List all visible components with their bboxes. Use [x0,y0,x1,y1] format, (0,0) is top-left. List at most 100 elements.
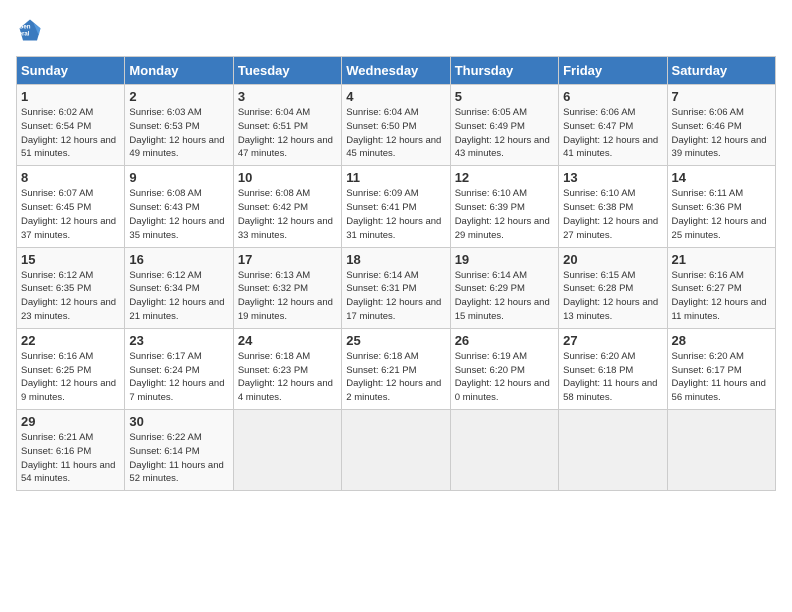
day-number: 8 [21,170,120,185]
calendar-cell: 2Sunrise: 6:03 AMSunset: 6:53 PMDaylight… [125,85,233,166]
logo-icon: Gen eral [16,16,44,44]
svg-text:eral: eral [19,30,30,37]
day-number: 7 [672,89,771,104]
calendar-cell: 26 Sunrise: 6:19 AMSunset: 6:20 PMDayligh… [450,328,558,409]
day-number: 20 [563,252,662,267]
calendar-cell: 28 Sunrise: 6:20 AMSunset: 6:17 PMDayligh… [667,328,775,409]
calendar-cell: 3 Sunrise: 6:04 AMSunset: 6:51 PMDaylight… [233,85,341,166]
calendar-week-4: 22 Sunrise: 6:16 AMSunset: 6:25 PMDayligh… [17,328,776,409]
weekday-header-saturday: Saturday [667,57,775,85]
calendar-cell: 6Sunrise: 6:06 AMSunset: 6:47 PMDaylight… [559,85,667,166]
day-number: 29 [21,414,120,429]
calendar-cell: 18Sunrise: 6:14 AMSunset: 6:31 PMDayligh… [342,247,450,328]
svg-text:Gen: Gen [19,23,31,30]
calendar-cell: 12 Sunrise: 6:10 AMSunset: 6:39 PMDayligh… [450,166,558,247]
day-number: 23 [129,333,228,348]
day-info: Sunrise: 6:07 AMSunset: 6:45 PMDaylight:… [21,188,116,240]
weekday-header-friday: Friday [559,57,667,85]
day-info: Sunrise: 6:22 AMSunset: 6:14 PMDaylight:… [129,432,223,484]
calendar-cell: 20 Sunrise: 6:15 AMSunset: 6:28 PMDayligh… [559,247,667,328]
page-header: Gen eral [16,16,776,44]
day-number: 30 [129,414,228,429]
calendar-body: 1 Sunrise: 6:02 AMSunset: 6:54 PMDaylight… [17,85,776,491]
calendar-cell [233,410,341,491]
day-number: 10 [238,170,337,185]
calendar-cell: 13 Sunrise: 6:10 AMSunset: 6:38 PMDayligh… [559,166,667,247]
calendar-table: SundayMondayTuesdayWednesdayThursdayFrid… [16,56,776,491]
weekday-header-sunday: Sunday [17,57,125,85]
day-info: Sunrise: 6:20 AMSunset: 6:18 PMDaylight:… [563,351,657,403]
calendar-cell: 30 Sunrise: 6:22 AMSunset: 6:14 PMDayligh… [125,410,233,491]
day-number: 14 [672,170,771,185]
calendar-cell: 25Sunrise: 6:18 AMSunset: 6:21 PMDayligh… [342,328,450,409]
day-info: Sunrise: 6:12 AMSunset: 6:35 PMDaylight:… [21,270,116,322]
day-info: Sunrise: 6:14 AMSunset: 6:31 PMDaylight:… [346,270,441,322]
day-number: 15 [21,252,120,267]
calendar-cell: 4 Sunrise: 6:04 AMSunset: 6:50 PMDaylight… [342,85,450,166]
day-info: Sunrise: 6:05 AMSunset: 6:49 PMDaylight:… [455,107,550,159]
day-number: 26 [455,333,554,348]
calendar-cell: 10 Sunrise: 6:08 AMSunset: 6:42 PMDayligh… [233,166,341,247]
day-number: 17 [238,252,337,267]
day-number: 22 [21,333,120,348]
day-info: Sunrise: 6:19 AMSunset: 6:20 PMDaylight:… [455,351,550,403]
day-number: 9 [129,170,228,185]
calendar-cell: 8 Sunrise: 6:07 AMSunset: 6:45 PMDaylight… [17,166,125,247]
day-info: Sunrise: 6:04 AMSunset: 6:51 PMDaylight:… [238,107,333,159]
calendar-cell [342,410,450,491]
calendar-cell [559,410,667,491]
weekday-header-thursday: Thursday [450,57,558,85]
day-info: Sunrise: 6:10 AMSunset: 6:39 PMDaylight:… [455,188,550,240]
calendar-cell: 1 Sunrise: 6:02 AMSunset: 6:54 PMDaylight… [17,85,125,166]
calendar-week-3: 15 Sunrise: 6:12 AMSunset: 6:35 PMDayligh… [17,247,776,328]
calendar-cell [450,410,558,491]
calendar-week-1: 1 Sunrise: 6:02 AMSunset: 6:54 PMDaylight… [17,85,776,166]
day-info: Sunrise: 6:09 AMSunset: 6:41 PMDaylight:… [346,188,441,240]
calendar-cell: 15 Sunrise: 6:12 AMSunset: 6:35 PMDayligh… [17,247,125,328]
day-info: Sunrise: 6:02 AMSunset: 6:54 PMDaylight:… [21,107,116,159]
day-info: Sunrise: 6:16 AMSunset: 6:25 PMDaylight:… [21,351,116,403]
day-info: Sunrise: 6:14 AMSunset: 6:29 PMDaylight:… [455,270,550,322]
calendar-cell: 14 Sunrise: 6:11 AMSunset: 6:36 PMDayligh… [667,166,775,247]
calendar-cell: 19Sunrise: 6:14 AMSunset: 6:29 PMDayligh… [450,247,558,328]
day-info: Sunrise: 6:11 AMSunset: 6:36 PMDaylight:… [672,188,767,240]
calendar-week-5: 29 Sunrise: 6:21 AMSunset: 6:16 PMDayligh… [17,410,776,491]
day-number: 1 [21,89,120,104]
calendar-cell: 16 Sunrise: 6:12 AMSunset: 6:34 PMDayligh… [125,247,233,328]
weekday-header-monday: Monday [125,57,233,85]
day-number: 27 [563,333,662,348]
calendar-cell: 17 Sunrise: 6:13 AMSunset: 6:32 PMDayligh… [233,247,341,328]
calendar-week-2: 8 Sunrise: 6:07 AMSunset: 6:45 PMDaylight… [17,166,776,247]
calendar-header: SundayMondayTuesdayWednesdayThursdayFrid… [17,57,776,85]
day-info: Sunrise: 6:10 AMSunset: 6:38 PMDaylight:… [563,188,658,240]
day-info: Sunrise: 6:03 AMSunset: 6:53 PMDaylight:… [129,107,224,159]
day-number: 28 [672,333,771,348]
calendar-cell: 5 Sunrise: 6:05 AMSunset: 6:49 PMDaylight… [450,85,558,166]
weekday-header-tuesday: Tuesday [233,57,341,85]
day-info: Sunrise: 6:08 AMSunset: 6:42 PMDaylight:… [238,188,333,240]
calendar-cell: 23 Sunrise: 6:17 AMSunset: 6:24 PMDayligh… [125,328,233,409]
day-number: 13 [563,170,662,185]
day-number: 24 [238,333,337,348]
day-info: Sunrise: 6:18 AMSunset: 6:23 PMDaylight:… [238,351,333,403]
calendar-cell: 29 Sunrise: 6:21 AMSunset: 6:16 PMDayligh… [17,410,125,491]
day-info: Sunrise: 6:20 AMSunset: 6:17 PMDaylight:… [672,351,766,403]
day-info: Sunrise: 6:13 AMSunset: 6:32 PMDaylight:… [238,270,333,322]
day-info: Sunrise: 6:21 AMSunset: 6:16 PMDaylight:… [21,432,115,484]
weekday-header-row: SundayMondayTuesdayWednesdayThursdayFrid… [17,57,776,85]
day-number: 16 [129,252,228,267]
day-info: Sunrise: 6:17 AMSunset: 6:24 PMDaylight:… [129,351,224,403]
day-info: Sunrise: 6:15 AMSunset: 6:28 PMDaylight:… [563,270,658,322]
day-info: Sunrise: 6:18 AMSunset: 6:21 PMDaylight:… [346,351,441,403]
day-number: 4 [346,89,445,104]
day-info: Sunrise: 6:12 AMSunset: 6:34 PMDaylight:… [129,270,224,322]
day-number: 3 [238,89,337,104]
calendar-cell: 7Sunrise: 6:06 AMSunset: 6:46 PMDaylight… [667,85,775,166]
day-number: 5 [455,89,554,104]
day-info: Sunrise: 6:16 AMSunset: 6:27 PMDaylight:… [672,270,767,322]
day-number: 11 [346,170,445,185]
day-number: 12 [455,170,554,185]
day-info: Sunrise: 6:06 AMSunset: 6:47 PMDaylight:… [563,107,658,159]
calendar-cell: 27 Sunrise: 6:20 AMSunset: 6:18 PMDayligh… [559,328,667,409]
day-info: Sunrise: 6:04 AMSunset: 6:50 PMDaylight:… [346,107,441,159]
